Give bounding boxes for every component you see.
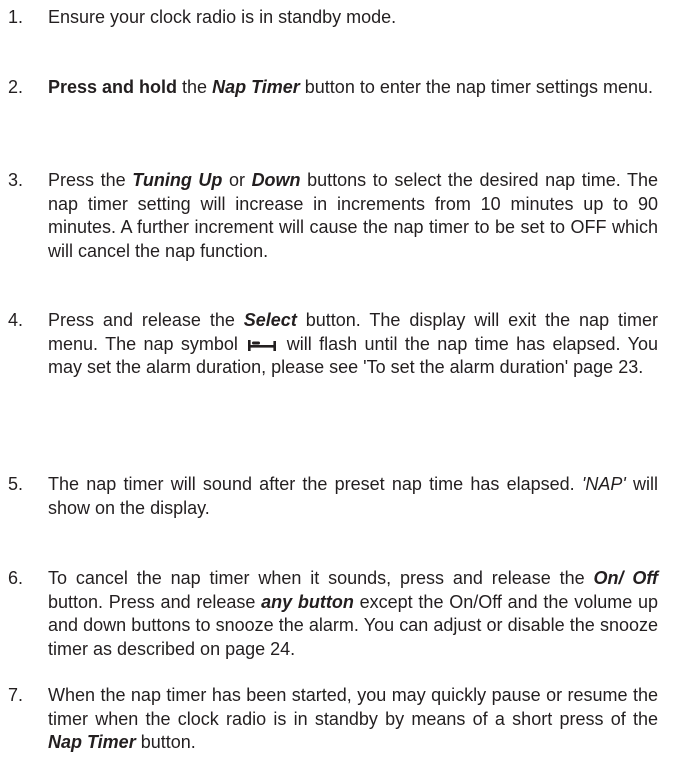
emphasis-any-button: any button	[261, 591, 354, 612]
button-name-nap-timer: Nap Timer	[212, 77, 300, 97]
step-text: The nap timer will sound after the prese…	[48, 474, 658, 518]
step-number: 2.	[8, 77, 24, 97]
step-text: To cancel the nap timer when it sounds, …	[48, 568, 658, 659]
button-name-select: Select	[243, 310, 297, 330]
step-number: 6.	[8, 568, 24, 588]
emphasis-bold: Press and hold	[48, 77, 178, 97]
step-number: 4.	[8, 310, 24, 330]
button-name-nap-timer: Nap Timer	[48, 732, 136, 752]
step-text: Press the Tuning Up or Down buttons to s…	[48, 170, 658, 261]
nap-bed-icon	[248, 339, 277, 351]
step-number: 1.	[8, 7, 24, 27]
step-number: 3.	[8, 170, 24, 190]
button-name-on-off: On/ Off	[593, 568, 658, 588]
button-name-down: Down	[251, 170, 301, 190]
button-name-tuning-up: Tuning Up	[132, 170, 223, 190]
step-number: 5.	[8, 474, 24, 494]
step-number: 7.	[8, 685, 24, 705]
step-text: Press and hold the Nap Timer button to e…	[48, 77, 653, 97]
step-text: Ensure your clock radio is in standby mo…	[48, 7, 397, 27]
step-text: When the nap timer has been started, you…	[48, 685, 658, 752]
display-text-nap: 'NAP'	[581, 474, 626, 494]
step-text: Press and release the Select button. The…	[48, 310, 658, 377]
